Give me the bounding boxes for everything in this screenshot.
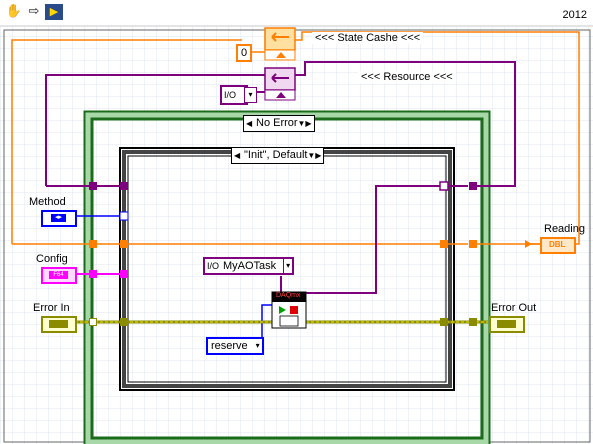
io-resource-dropdown[interactable]: ▾ <box>244 87 257 103</box>
outer-case-selector[interactable]: ◀ No Error ▼▶ <box>243 115 315 132</box>
chevron-down-icon[interactable]: ▾ <box>256 339 260 353</box>
task-action-value: reserve <box>211 340 248 352</box>
config-control-terminal[interactable]: F64 <box>41 267 77 284</box>
selector-decrement-icon[interactable]: ◀ <box>234 148 240 163</box>
error-in-label: Error In <box>33 302 70 314</box>
task-action-constant[interactable]: reserve ▾ <box>206 337 264 355</box>
error-in-tunnel <box>89 318 97 326</box>
error-cluster-icon <box>49 320 68 328</box>
ao-task-name: MyAOTask <box>223 260 277 272</box>
hand-icon[interactable]: ✋ <box>5 4 23 20</box>
chevron-down-icon[interactable]: ▾ <box>283 259 290 273</box>
config-label: Config <box>36 253 68 265</box>
inner-case-selector[interactable]: ◀ "Init", Default ▼▶ <box>231 147 325 164</box>
vi-icon[interactable]: ▶ <box>45 4 63 20</box>
selector-increment-icon[interactable]: ▼▶ <box>307 148 321 163</box>
state-cache-annotation: <<< State Cashe <<< <box>312 32 424 44</box>
inner-case-selector-label: "Init", Default <box>244 149 308 161</box>
error-out-label: Error Out <box>491 302 537 314</box>
block-diagram: ✋ ⇨ ▶ 2012 <<< State Cashe <<< <<< Resou… <box>0 0 593 444</box>
reading-label: Reading <box>544 223 585 235</box>
error-in-terminal[interactable] <box>41 316 77 333</box>
resource-feedback-node[interactable] <box>264 67 296 101</box>
selector-increment-icon[interactable]: ▼▶ <box>297 116 311 131</box>
daqmx-label: DAQmx <box>276 292 301 299</box>
error-out-terminal[interactable] <box>489 316 525 333</box>
arrow-right-icon[interactable]: ⇨ <box>25 4 43 20</box>
method-control-terminal[interactable]: ◂▸ <box>41 210 77 227</box>
reading-indicator-terminal[interactable]: DBL <box>540 237 576 254</box>
selector-decrement-icon[interactable]: ◀ <box>246 116 252 131</box>
version-label: 2012 <box>562 9 587 21</box>
error-cluster-icon <box>497 320 516 328</box>
reading-type-label: DBL <box>549 240 566 249</box>
reading-arrow-icon <box>525 240 532 248</box>
resource-annotation: <<< Resource <<< <box>358 71 456 83</box>
diagram-graphics <box>0 0 593 444</box>
state-feedback-node[interactable] <box>264 27 296 61</box>
io-resource-glyph: I/O <box>224 90 237 100</box>
io-glyph-icon: I/O <box>207 261 220 271</box>
config-type-label: F64 <box>49 271 68 279</box>
ao-task-constant[interactable]: I/O MyAOTask ▾ <box>203 257 295 275</box>
outer-case-selector-label: No Error <box>256 117 298 129</box>
enum-icon: ◂▸ <box>51 214 66 222</box>
method-label: Method <box>29 196 66 208</box>
state-initial-constant[interactable]: 0 <box>236 44 253 62</box>
